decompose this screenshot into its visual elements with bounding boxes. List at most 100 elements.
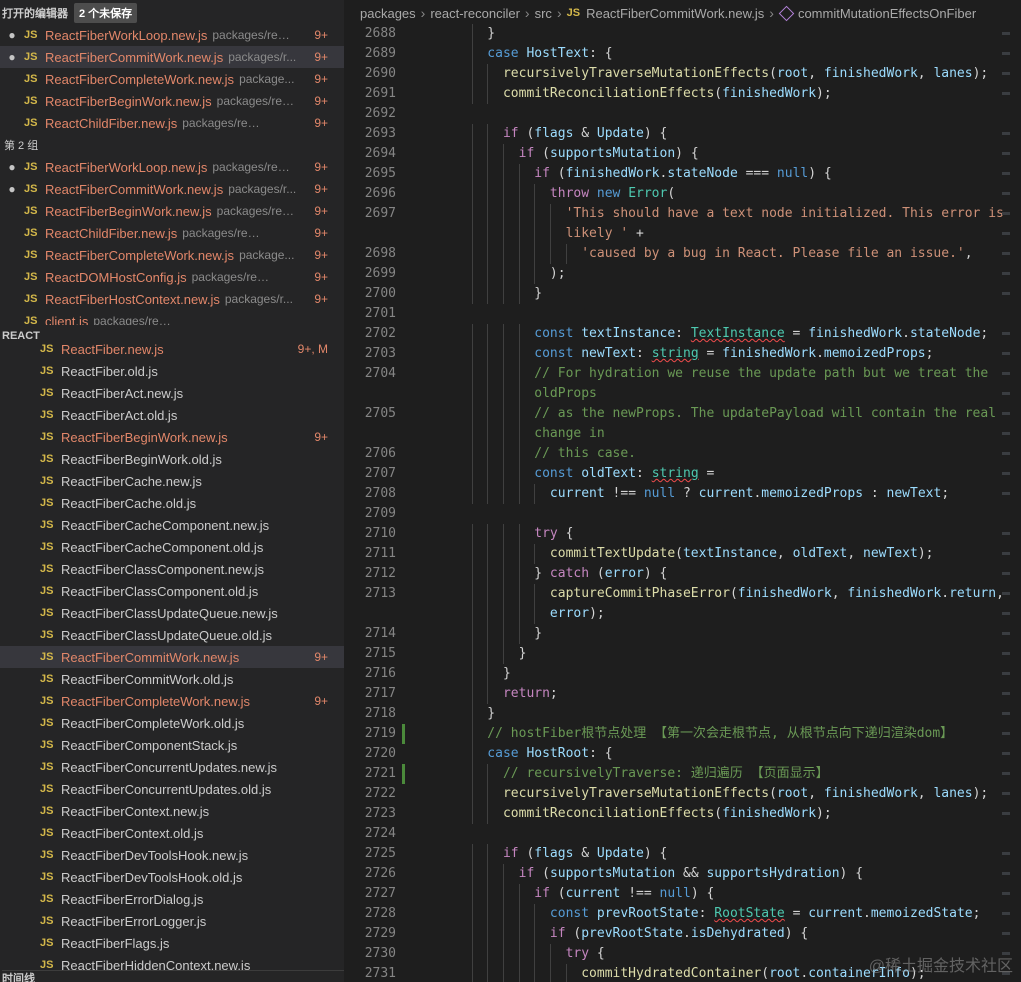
explorer-filename: ReactFiberAct.old.js bbox=[61, 407, 178, 423]
js-file-icon: JS bbox=[40, 937, 54, 949]
explorer-file-item[interactable]: JS ReactFiberCommitWork.new.js 9+ bbox=[0, 646, 344, 668]
explorer-file-item[interactable]: JS ReactFiberClassUpdateQueue.new.js bbox=[0, 602, 344, 624]
breadcrumb-item[interactable]: react-reconciler bbox=[430, 6, 520, 21]
explorer-file-item[interactable]: JS ReactFiberErrorDialog.js bbox=[0, 888, 344, 910]
code-token: 'This should have a text node initialize… bbox=[456, 206, 1004, 221]
explorer-file-item[interactable]: JS ReactFiberBeginWork.old.js bbox=[0, 448, 344, 470]
explorer-file-item[interactable]: JS ReactFiberClassComponent.new.js bbox=[0, 558, 344, 580]
indent-guide bbox=[471, 724, 473, 744]
explorer-file-item[interactable]: JS ReactFiberDevToolsHook.new.js bbox=[0, 844, 344, 866]
breadcrumb-symbol[interactable]: commitMutationEffectsOnFiber bbox=[798, 6, 976, 21]
explorer-file-item[interactable]: JS ReactFiberAct.old.js bbox=[0, 404, 344, 426]
js-file-icon: JS bbox=[24, 117, 38, 129]
code-token: !== bbox=[620, 886, 660, 901]
open-editor-item[interactable]: JS ReactFiberBeginWork.new.js packages/rea… bbox=[0, 200, 344, 222]
explorer-file-item[interactable]: JS ReactFiberCacheComponent.new.js bbox=[0, 514, 344, 536]
minimap-line bbox=[1002, 692, 1010, 695]
open-editor-path: package... bbox=[239, 72, 295, 86]
explorer-file-item[interactable]: JS ReactFiberDevToolsHook.old.js bbox=[0, 866, 344, 888]
code-token: newText bbox=[886, 486, 942, 501]
explorer-file-item[interactable]: JS ReactFiberContext.old.js bbox=[0, 822, 344, 844]
code-token: . bbox=[682, 926, 691, 941]
minimap-line bbox=[1002, 272, 1010, 275]
explorer-file-item[interactable]: JS ReactFiberConcurrentUpdates.new.js bbox=[0, 756, 344, 778]
indent-guide bbox=[471, 264, 473, 284]
indent-guide bbox=[471, 884, 473, 904]
open-editors-header[interactable]: 打开的编辑器 2 个未保存 bbox=[2, 2, 138, 24]
minimap-line bbox=[1002, 132, 1010, 135]
indent-guide bbox=[471, 604, 473, 624]
js-file-icon: JS bbox=[40, 409, 54, 421]
explorer-file-item[interactable]: JS ReactFiberErrorLogger.js bbox=[0, 910, 344, 932]
explorer-file-item[interactable]: JS ReactFiberCommitWork.old.js bbox=[0, 668, 344, 690]
indent-guide bbox=[518, 284, 520, 304]
open-editor-item[interactable]: JS ReactDOMHostConfig.js packages/react-d.… bbox=[0, 266, 344, 288]
explorer-file-item[interactable]: JS ReactFiber.new.js 9+, M bbox=[0, 338, 344, 360]
open-editor-item[interactable]: ● JS ReactFiberWorkLoop.new.js packages/rea… bbox=[0, 156, 344, 178]
explorer-file-item[interactable]: JS ReactFiberAct.new.js bbox=[0, 382, 344, 404]
indent-guide bbox=[518, 524, 520, 544]
code-line: commitReconciliationEffects(finishedWork… bbox=[456, 84, 832, 104]
indent-guide bbox=[534, 604, 536, 624]
open-editor-item[interactable]: JS ReactFiberCompleteWork.new.js package..… bbox=[0, 68, 344, 90]
code-token: = bbox=[698, 346, 723, 361]
indent-guide bbox=[502, 184, 504, 204]
explorer-file-item[interactable]: JS ReactFiberCompleteWork.new.js 9+ bbox=[0, 690, 344, 712]
explorer-file-item[interactable]: JS ReactFiber.old.js bbox=[0, 360, 344, 382]
indent-guide bbox=[518, 584, 520, 604]
explorer-filename: ReactFiberClassComponent.new.js bbox=[61, 561, 265, 577]
explorer-file-item[interactable]: JS ReactFiberCacheComponent.old.js bbox=[0, 536, 344, 558]
code-token: ) { bbox=[643, 846, 668, 861]
code-token: supportsHydration bbox=[706, 866, 840, 881]
open-editor-item[interactable]: ● JS ReactFiberCommitWork.new.js packages/r… bbox=[0, 46, 344, 68]
explorer-file-item[interactable]: JS ReactFiberComponentStack.js bbox=[0, 734, 344, 756]
indent-guide bbox=[487, 884, 489, 904]
open-editor-item[interactable]: JS ReactFiberHostContext.new.js packages/r… bbox=[0, 288, 344, 310]
explorer-file-item[interactable]: JS ReactFiberFlags.js bbox=[0, 932, 344, 954]
code-token: newText bbox=[863, 546, 918, 561]
open-editor-item[interactable]: JS ReactFiberBeginWork.new.js packages/rea… bbox=[0, 90, 344, 112]
open-editor-item[interactable]: ● JS ReactFiberCommitWork.new.js packages/r… bbox=[0, 178, 344, 200]
code-token: oldProps bbox=[456, 386, 597, 401]
explorer-file-item[interactable]: JS ReactFiberCache.old.js bbox=[0, 492, 344, 514]
code-token: RootState bbox=[714, 906, 785, 921]
minimap-line bbox=[1002, 52, 1010, 55]
indent-guide bbox=[471, 404, 473, 424]
explorer-file-item[interactable]: JS ReactFiberCache.new.js bbox=[0, 470, 344, 492]
explorer-filename: ReactFiberErrorLogger.js bbox=[61, 913, 207, 929]
code-token: Update bbox=[596, 126, 644, 141]
explorer-file-item[interactable]: JS ReactFiberConcurrentUpdates.old.js bbox=[0, 778, 344, 800]
code-line: } bbox=[456, 24, 495, 44]
line-number: 2712 bbox=[364, 566, 396, 581]
explorer-file-item[interactable]: JS ReactFiberClassUpdateQueue.old.js bbox=[0, 624, 344, 646]
breadcrumb-item[interactable]: packages bbox=[360, 6, 416, 21]
explorer-file-item[interactable]: JS ReactFiberClassComponent.old.js bbox=[0, 580, 344, 602]
code-token: : { bbox=[589, 746, 613, 761]
open-editor-item[interactable]: ● JS ReactFiberWorkLoop.new.js packages/rea… bbox=[0, 24, 344, 46]
indent-guide bbox=[471, 84, 473, 104]
code-token: !== bbox=[604, 486, 644, 501]
indent-guide bbox=[518, 964, 520, 982]
open-editor-item[interactable]: JS ReactChildFiber.new.js packages/react-r… bbox=[0, 112, 344, 134]
open-editor-filename: ReactFiberHostContext.new.js bbox=[45, 291, 220, 307]
indent-guide bbox=[471, 24, 473, 44]
explorer-file-item[interactable]: JS ReactFiberCompleteWork.old.js bbox=[0, 712, 344, 734]
breadcrumb-file[interactable]: ReactFiberCommitWork.new.js bbox=[586, 6, 764, 21]
code-token: memoizedProps bbox=[823, 346, 926, 361]
open-editor-item[interactable]: JS ReactFiberCompleteWork.new.js package..… bbox=[0, 244, 344, 266]
explorer-filename: ReactFiberDevToolsHook.new.js bbox=[61, 847, 249, 863]
code-line: if (prevRootState.isDehydrated) { bbox=[456, 924, 808, 944]
explorer-filename: ReactFiberCommitWork.old.js bbox=[61, 671, 234, 687]
explorer-file-item[interactable]: JS ReactFiberContext.new.js bbox=[0, 800, 344, 822]
explorer-file-item[interactable]: JS ReactFiberBeginWork.new.js 9+ bbox=[0, 426, 344, 448]
open-editor-item[interactable]: JS ReactChildFiber.new.js packages/react-r… bbox=[0, 222, 344, 244]
code-token: error bbox=[456, 606, 590, 621]
line-number: 2727 bbox=[364, 886, 396, 901]
indent-guide bbox=[502, 224, 504, 244]
timeline-header[interactable]: 时间线 bbox=[2, 970, 344, 982]
code-line: // as the newProps. The updatePayload wi… bbox=[456, 404, 996, 424]
indent-guide bbox=[534, 224, 536, 244]
minimap-line bbox=[1002, 772, 1010, 775]
breadcrumb-item[interactable]: src bbox=[535, 6, 552, 21]
code-token: ( bbox=[589, 566, 605, 581]
